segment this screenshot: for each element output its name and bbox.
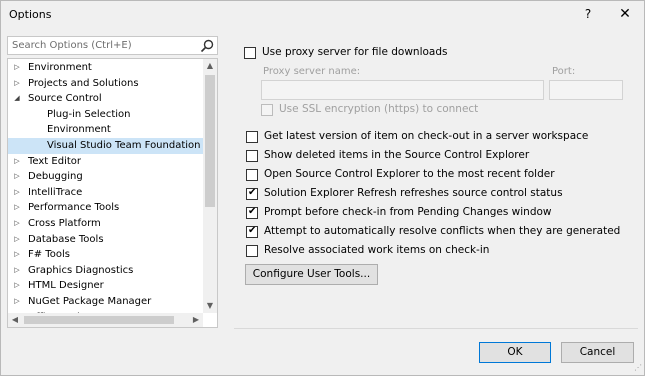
title-bar: Options ? ✕ [1, 1, 644, 29]
collapsed-arrow-icon[interactable]: ▷ [12, 278, 22, 294]
collapsed-arrow-icon[interactable]: ▷ [12, 200, 22, 216]
tree-item[interactable]: ▷ IntelliTrace [8, 185, 203, 201]
collapsed-arrow-icon[interactable]: ▷ [12, 232, 22, 248]
tree-item[interactable]: ▷ Cross Platform [8, 216, 203, 232]
proxy-server-name-field [261, 80, 544, 100]
cancel-button[interactable]: Cancel [561, 342, 634, 363]
options-dialog: Options ? ✕ Search Options (Ctrl+E) ▷ Env… [0, 0, 645, 376]
tree-item-label: F# Tools [28, 249, 70, 261]
tree-item[interactable]: ▷ F# Tools [8, 247, 203, 263]
options-tree[interactable]: ▷ Environment ▷ Projects and Solutions ◢ Sour… [7, 58, 218, 328]
collapsed-arrow-icon[interactable]: ▷ [12, 294, 22, 310]
scroll-right-arrow-icon[interactable]: ▶ [189, 313, 203, 327]
tree-item-label: Cross Platform [28, 218, 101, 229]
tree-item-label: Text Editor [28, 155, 81, 167]
option-row[interactable]: Prompt before check-in from Pending Chan… [246, 206, 636, 222]
use-proxy-label: Use proxy server for file downloads [262, 46, 448, 58]
use-ssl-checkbox [261, 104, 273, 116]
collapsed-arrow-icon[interactable]: ▷ [12, 216, 22, 232]
search-input[interactable]: Search Options (Ctrl+E) [12, 40, 132, 51]
collapsed-arrow-icon[interactable]: ▷ [12, 247, 22, 263]
tree-item-label: Environment [28, 62, 92, 73]
collapsed-arrow-icon[interactable]: ▷ [12, 60, 22, 76]
tree-item-label: Environment [47, 124, 111, 136]
unchecked-checkbox[interactable] [246, 131, 258, 143]
use-proxy-checkbox[interactable] [244, 47, 256, 59]
close-button[interactable]: ✕ [613, 3, 637, 25]
tree-item[interactable]: ▷ Graphics Diagnostics [8, 263, 203, 279]
checked-checkbox[interactable] [246, 206, 258, 219]
search-box[interactable]: Search Options (Ctrl+E) [7, 36, 218, 55]
collapsed-arrow-icon[interactable]: ▷ [12, 185, 22, 201]
scroll-thumb-horizontal[interactable] [24, 316, 174, 324]
scroll-up-arrow-icon[interactable]: ▲ [203, 59, 217, 73]
tree-item[interactable]: ▷ Debugging [8, 169, 203, 185]
tree-item-label: Database Tools [28, 233, 104, 245]
search-icon[interactable] [200, 39, 214, 53]
option-row[interactable]: Attempt to automatically resolve conflic… [246, 225, 636, 241]
tree-item-label: HTML Designer [28, 280, 104, 292]
window-title: Options [9, 8, 52, 21]
tree-item-label: Projects and Solutions [28, 77, 139, 89]
tree-horizontal-scrollbar[interactable]: ◀ ▶ [8, 313, 203, 327]
option-label: Show deleted items in the Source Control… [264, 149, 530, 161]
resize-grip-icon[interactable]: ⋰ [632, 363, 642, 373]
unchecked-checkbox[interactable] [246, 150, 258, 162]
scroll-left-arrow-icon[interactable]: ◀ [8, 313, 22, 327]
tree-item[interactable]: ▷ Performance Tools [8, 200, 203, 216]
tree-item-label: Source Control [28, 93, 102, 105]
tree-item-label: Visual Studio Team Foundation Se [47, 140, 203, 151]
port-field [549, 80, 623, 100]
help-button[interactable]: ? [577, 4, 599, 24]
tree-item[interactable]: ▷ HTML Designer [8, 278, 203, 294]
tree-vertical-scrollbar[interactable]: ▲ ▼ [203, 59, 217, 313]
option-label: Open Source Control Explorer to the most… [264, 168, 555, 180]
port-label: Port: [552, 66, 576, 77]
tree-item[interactable]: Plug-in Selection [8, 107, 203, 123]
tree-item[interactable]: ▷ Text Editor [8, 154, 203, 170]
use-proxy-option[interactable]: Use proxy server for file downloads [244, 46, 544, 62]
tree-item[interactable]: ◢ Source Control [8, 91, 203, 107]
tree-item[interactable]: ▷ Environment [8, 60, 203, 76]
checked-checkbox[interactable] [246, 225, 258, 238]
collapsed-arrow-icon[interactable]: ▷ [12, 169, 22, 185]
checked-checkbox[interactable] [246, 187, 258, 200]
use-ssl-label: Use SSL encryption (https) to connect [279, 103, 479, 115]
scroll-thumb[interactable] [205, 75, 215, 207]
option-row[interactable]: Get latest version of item on check-out … [246, 130, 636, 146]
tree-item[interactable]: ▷ NuGet Package Manager [8, 294, 203, 310]
use-ssl-option: Use SSL encryption (https) to connect [261, 103, 481, 119]
option-row[interactable]: Solution Explorer Refresh refreshes sour… [246, 187, 636, 203]
tree-item-label: Plug-in Selection [47, 108, 131, 120]
tree-item-label: Performance Tools [28, 202, 120, 214]
collapsed-arrow-icon[interactable]: ▷ [12, 154, 22, 170]
unchecked-checkbox[interactable] [246, 245, 258, 257]
option-label: Resolve associated work items on check-i… [264, 244, 490, 256]
tree-item[interactable]: ▷ Database Tools [8, 232, 203, 248]
tree-item[interactable]: ▷ Projects and Solutions [8, 76, 203, 92]
option-label: Attempt to automatically resolve conflic… [264, 225, 621, 237]
expanded-arrow-icon[interactable]: ◢ [12, 91, 22, 107]
scroll-down-arrow-icon[interactable]: ▼ [203, 299, 217, 313]
option-row[interactable]: Open Source Control Explorer to the most… [246, 168, 636, 184]
collapsed-arrow-icon[interactable]: ▷ [12, 263, 22, 279]
tree-item-label: IntelliTrace [28, 186, 83, 198]
ok-button[interactable]: OK [479, 342, 551, 363]
tree-item-label: Graphics Diagnostics [28, 264, 134, 276]
collapsed-arrow-icon[interactable]: ▷ [12, 76, 22, 92]
option-label: Solution Explorer Refresh refreshes sour… [264, 187, 563, 199]
proxy-server-name-label: Proxy server name: [263, 66, 361, 77]
footer-separator [234, 328, 638, 329]
option-label: Get latest version of item on check-out … [264, 130, 589, 142]
tree-item-label: Debugging [28, 171, 83, 183]
option-row[interactable]: Resolve associated work items on check-i… [246, 244, 636, 260]
configure-user-tools-button[interactable]: Configure User Tools... [245, 264, 378, 285]
option-row[interactable]: Show deleted items in the Source Control… [246, 149, 636, 165]
tree-item[interactable]: Visual Studio Team Foundation Se [8, 138, 203, 154]
unchecked-checkbox[interactable] [246, 169, 258, 181]
tree-item-label: NuGet Package Manager [28, 296, 152, 307]
tree-list: ▷ Environment ▷ Projects and Solutions ◢ Sour… [8, 59, 203, 313]
tree-item[interactable]: Environment [8, 122, 203, 138]
option-label: Prompt before check-in from Pending Chan… [264, 206, 552, 218]
